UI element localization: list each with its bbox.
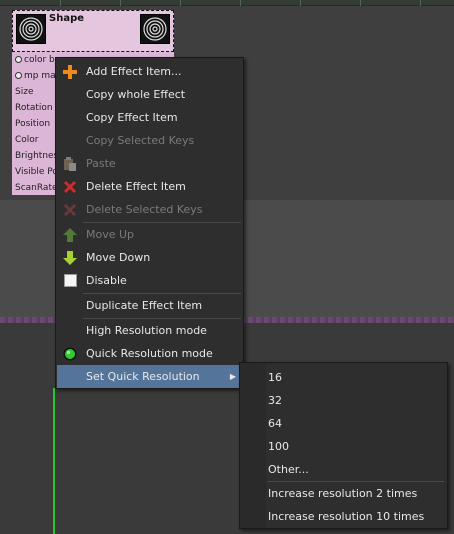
menu-item-move-up[interactable]: Move Up: [57, 223, 242, 246]
delete-x-icon: [57, 175, 83, 198]
submenu-item-other[interactable]: Other...: [268, 458, 309, 481]
submenu-item-increase-2x[interactable]: Increase resolution 2 times: [268, 482, 417, 505]
menu-item-delete-effect-item[interactable]: Delete Effect Item: [57, 175, 242, 198]
submenu-item-increase-10x[interactable]: Increase resolution 10 times: [268, 505, 424, 528]
menu-item-copy-effect-item[interactable]: Copy Effect Item: [57, 106, 242, 129]
menu-item-quick-resolution-mode[interactable]: Quick Resolution mode: [57, 342, 242, 365]
input-pin-icon[interactable]: [15, 56, 22, 63]
menu-item-move-down[interactable]: Move Down: [57, 246, 242, 269]
effect-node-header[interactable]: Shape: [12, 10, 174, 52]
submenu-item-32[interactable]: 32: [268, 389, 282, 412]
menu-item-set-quick-resolution[interactable]: Set Quick Resolution ▶: [57, 365, 242, 388]
submenu-item-100[interactable]: 100: [268, 435, 289, 458]
menu-item-copy-selected-keys[interactable]: Copy Selected Keys: [57, 129, 242, 152]
radio-selected-icon: [57, 342, 83, 365]
paste-clipboard-icon: [57, 152, 83, 175]
set-quick-resolution-submenu: 16 32 64 100 Other... Increase resolutio…: [239, 362, 448, 529]
menu-item-duplicate-effect-item[interactable]: Duplicate Effect Item: [57, 294, 242, 317]
delete-x-icon: [57, 198, 83, 221]
playhead-line-lower[interactable]: [53, 388, 55, 534]
submenu-arrow-icon: ▶: [229, 372, 236, 381]
top-ruler: [0, 0, 454, 6]
submenu-item-16[interactable]: 16: [268, 366, 282, 389]
input-pin-icon[interactable]: [15, 72, 22, 79]
menu-item-high-resolution-mode[interactable]: High Resolution mode: [57, 319, 242, 342]
arrow-up-icon: [57, 223, 83, 246]
add-plus-icon: [57, 60, 83, 83]
arrow-down-icon: [57, 246, 83, 269]
menu-item-delete-selected-keys[interactable]: Delete Selected Keys: [57, 198, 242, 221]
shape-preview-thumbnail: [16, 14, 46, 44]
checkbox-icon: [57, 269, 83, 292]
node-title: Shape: [49, 13, 85, 24]
menu-item-disable[interactable]: Disable: [57, 269, 242, 292]
shape-output-thumbnail: [140, 14, 170, 44]
submenu-item-64[interactable]: 64: [268, 412, 282, 435]
context-menu: Add Effect Item... Copy whole Effect Cop…: [55, 57, 244, 389]
menu-item-copy-whole-effect[interactable]: Copy whole Effect: [57, 83, 242, 106]
menu-item-paste[interactable]: Paste: [57, 152, 242, 175]
menu-item-add-effect-item[interactable]: Add Effect Item...: [57, 60, 242, 83]
